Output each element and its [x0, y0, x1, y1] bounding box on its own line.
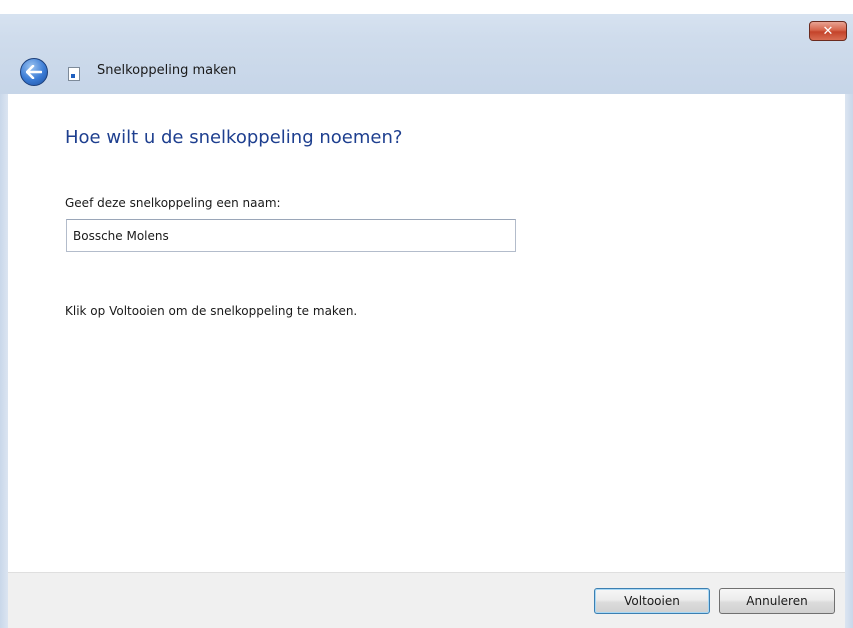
- button-bar: Voltooien Annuleren: [8, 572, 845, 628]
- frame-right: [845, 94, 853, 628]
- title-bar: ✕ Snelkoppeling maken: [0, 0, 853, 94]
- instruction-text: Klik op Voltooien om de snelkoppeling te…: [65, 304, 358, 318]
- window-title: Snelkoppeling maken: [97, 63, 237, 78]
- close-button[interactable]: ✕: [809, 21, 847, 41]
- close-icon: ✕: [822, 23, 834, 39]
- back-arrow-icon: [26, 65, 42, 79]
- shortcut-name-input[interactable]: [66, 219, 516, 252]
- shortcut-icon: [68, 67, 80, 81]
- shortcut-name-label: Geef deze snelkoppeling een naam:: [65, 196, 281, 210]
- finish-button[interactable]: Voltooien: [594, 588, 710, 614]
- page-title: Hoe wilt u de snelkoppeling noemen?: [65, 127, 403, 148]
- cancel-button[interactable]: Annuleren: [719, 588, 835, 614]
- wizard-content: Hoe wilt u de snelkoppeling noemen? Geef…: [8, 94, 845, 572]
- back-button[interactable]: [20, 58, 48, 86]
- wizard-window: ✕ Snelkoppeling maken Hoe wilt u de snel…: [0, 0, 853, 628]
- frame-left: [0, 94, 8, 628]
